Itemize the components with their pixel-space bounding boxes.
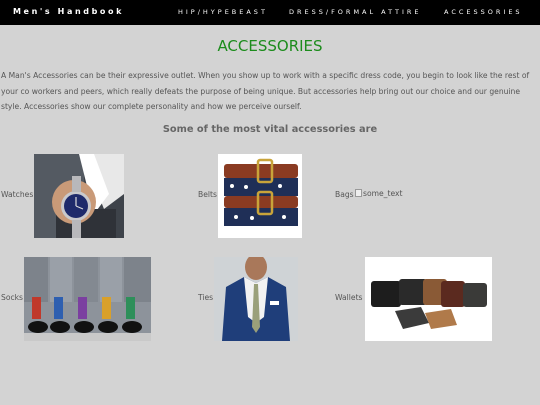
bags-label: Bags (335, 190, 354, 199)
section-subtitle: Some of the most vital accessories are (162, 124, 378, 135)
wallets-label: Wallets (335, 293, 363, 302)
belts-label: Belts (198, 190, 217, 199)
socks-label: Socks (1, 293, 23, 302)
nav-link-dress-formal[interactable]: DRESS/FORMAL ATTIRE (289, 8, 422, 16)
nav-link-accessories[interactable]: ACCESSORIES (444, 8, 523, 16)
broken-image-icon (355, 189, 362, 197)
bags-image-alt: some_text (363, 189, 403, 198)
bags-broken-image: some_text (355, 189, 402, 198)
site-brand[interactable]: Men's Handbook (13, 7, 124, 16)
belts-image (218, 154, 302, 238)
top-navbar: Men's Handbook HIP/HYPEBEAST DRESS/FORMA… (0, 0, 540, 25)
nav-link-hip-hypebeast[interactable]: HIP/HYPEBEAST (178, 8, 268, 16)
ties-image (214, 257, 298, 341)
page-title: ACCESSORIES (217, 37, 323, 55)
ties-label: Ties (198, 293, 214, 302)
wallets-image (365, 257, 492, 341)
intro-paragraph: A Man's Accessories can be their express… (1, 71, 530, 111)
watches-image (34, 154, 124, 238)
socks-image (24, 257, 151, 341)
watches-label: Watches (1, 190, 34, 199)
